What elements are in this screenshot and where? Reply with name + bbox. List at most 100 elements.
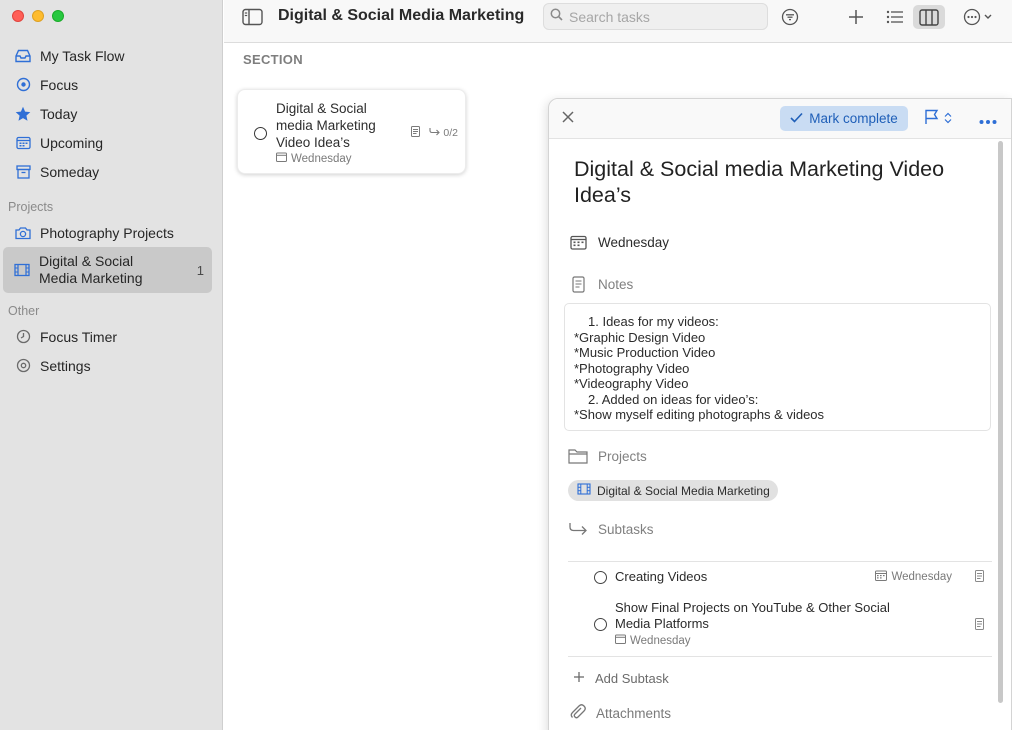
archive-box-icon — [14, 163, 32, 181]
other-section-label: Other — [8, 304, 40, 318]
projects-row: Projects — [567, 446, 647, 466]
subtask-checkbox[interactable] — [594, 618, 607, 631]
film-strip-icon — [13, 261, 31, 279]
clock-icon — [14, 328, 32, 346]
paperclip-icon — [569, 703, 587, 724]
subtask-progress-label: 0/2 — [443, 127, 458, 139]
notes-line: *Photography Video — [574, 360, 690, 376]
camera-icon — [14, 224, 32, 242]
list-view-icon[interactable] — [881, 5, 909, 29]
subtasks-label: Subtasks — [598, 521, 654, 537]
subtasks-row: Subtasks — [567, 519, 654, 539]
mark-complete-button[interactable]: Mark complete — [780, 106, 908, 131]
calendar-icon — [875, 570, 888, 584]
board-view-icon[interactable] — [913, 5, 945, 29]
checkmark-icon — [790, 111, 803, 126]
subtask-row[interactable]: Show Final Projects on YouTube & Other S… — [594, 595, 992, 655]
subtask-name: Show Final Projects on YouTube & Other S… — [615, 600, 890, 631]
add-subtask-button[interactable]: Add Subtask — [573, 671, 669, 686]
subtask-checkbox[interactable] — [594, 571, 607, 584]
note-icon — [567, 274, 589, 294]
sidebar-item-digital-social-media-marketing[interactable]: Digital & Social Media Marketing 1 — [3, 247, 212, 293]
folder-icon — [567, 446, 589, 466]
search-field[interactable] — [543, 3, 768, 30]
divider — [568, 656, 992, 657]
more-options-icon[interactable] — [960, 5, 1000, 29]
search-input[interactable] — [569, 8, 759, 25]
film-strip-icon — [577, 483, 591, 498]
zoom-window-button[interactable] — [52, 10, 64, 22]
sidebar-item-label: My Task Flow — [40, 47, 125, 64]
notes-line: *Music Production Video — [574, 345, 716, 360]
subtask-date-label: Wednesday — [630, 634, 691, 647]
attachments-row[interactable]: Attachments — [569, 703, 671, 724]
sidebar-item-photography-projects[interactable]: Photography Projects — [0, 218, 222, 247]
sidebar-item-upcoming[interactable]: Upcoming — [0, 128, 222, 157]
sidebar-item-my-task-flow[interactable]: My Task Flow — [0, 41, 222, 70]
sidebar-item-label: Today — [40, 105, 78, 122]
task-title: Digital & Social media Marketing Video I… — [276, 101, 376, 150]
sidebar-toggle-icon[interactable] — [242, 8, 264, 26]
add-subtask-label: Add Subtask — [595, 671, 669, 686]
task-meta: 0/2 — [411, 126, 458, 140]
project-chip[interactable]: Digital & Social Media Marketing — [568, 480, 778, 501]
sidebar-item-focus[interactable]: Focus — [0, 70, 222, 99]
sidebar-item-focus-timer[interactable]: Focus Timer — [0, 322, 222, 351]
subtask-arrow-icon — [429, 127, 441, 139]
sidebar-item-label: Focus — [40, 76, 79, 93]
toolbar: Digital & Social Media Marketing — [224, 0, 1012, 43]
notes-field[interactable]: 1. Ideas for my videos: *Graphic Design … — [564, 303, 991, 431]
priority-flag-button[interactable] — [924, 109, 952, 130]
subtask-row[interactable]: Creating Videos Wednesday — [594, 562, 992, 594]
window-controls — [12, 10, 64, 22]
note-icon — [975, 569, 984, 587]
subtask-date-label: Wednesday — [891, 571, 952, 583]
task-date: Wednesday — [276, 152, 352, 165]
sidebar-item-label: Settings — [40, 357, 91, 374]
task-date-label: Wednesday — [598, 234, 670, 250]
task-detail-panel: Mark complete Digital & Social media Mar… — [548, 98, 1012, 730]
task-title[interactable]: Digital & Social media Marketing Video I… — [574, 156, 974, 208]
project-chip-label: Digital & Social Media Marketing — [597, 483, 770, 498]
note-icon — [975, 617, 984, 635]
main-nav: My Task Flow Focus Today Upcoming Someda… — [0, 41, 222, 186]
sidebar-item-someday[interactable]: Someday — [0, 157, 222, 186]
sidebar-item-label: Someday — [40, 163, 100, 180]
inbox-tray-icon — [14, 47, 32, 65]
attachments-label: Attachments — [596, 706, 672, 721]
close-icon[interactable] — [561, 110, 577, 126]
task-card[interactable]: Digital & Social media Marketing Video I… — [237, 89, 466, 174]
chevron-updown-icon — [944, 111, 952, 129]
sidebar-item-today[interactable]: Today — [0, 99, 222, 128]
projects-section-label: Projects — [8, 200, 54, 214]
calendar-icon — [567, 232, 589, 252]
search-icon — [550, 8, 563, 26]
mark-complete-label: Mark complete — [809, 111, 898, 126]
notes-line: 1. Ideas for my videos: — [588, 314, 719, 329]
projects-nav: Photography Projects Digital & Social Me… — [0, 218, 222, 293]
notes-line: 2. Added on ideas for video’s: — [588, 391, 759, 407]
sidebar-item-settings[interactable]: Settings — [0, 351, 222, 380]
task-date-label: Wednesday — [291, 152, 352, 165]
filter-icon[interactable] — [776, 5, 804, 29]
notes-row: Notes — [567, 274, 633, 294]
calendar-icon — [276, 152, 287, 165]
flag-icon — [924, 109, 940, 130]
sidebar-item-label: Photography Projects — [40, 224, 174, 241]
subtask-name: Creating Videos — [615, 569, 708, 584]
scrollbar[interactable] — [998, 141, 1003, 703]
sidebar-item-label: Digital & Social Media Marketing — [39, 253, 143, 286]
page-title: Digital & Social Media Marketing — [278, 7, 525, 24]
notes-line: *Videography Video — [574, 376, 689, 391]
complete-checkbox[interactable] — [254, 127, 267, 140]
plus-icon[interactable] — [842, 5, 870, 29]
sidebar: My Task Flow Focus Today Upcoming Someda… — [0, 0, 223, 730]
task-date-row[interactable]: Wednesday — [567, 232, 669, 252]
subtask-arrow-icon — [567, 519, 589, 539]
note-icon — [411, 126, 421, 140]
more-menu-icon[interactable] — [979, 109, 997, 130]
detail-header: Mark complete — [549, 99, 1011, 139]
close-window-button[interactable] — [12, 10, 24, 22]
projects-label: Projects — [598, 448, 647, 464]
minimize-window-button[interactable] — [32, 10, 44, 22]
